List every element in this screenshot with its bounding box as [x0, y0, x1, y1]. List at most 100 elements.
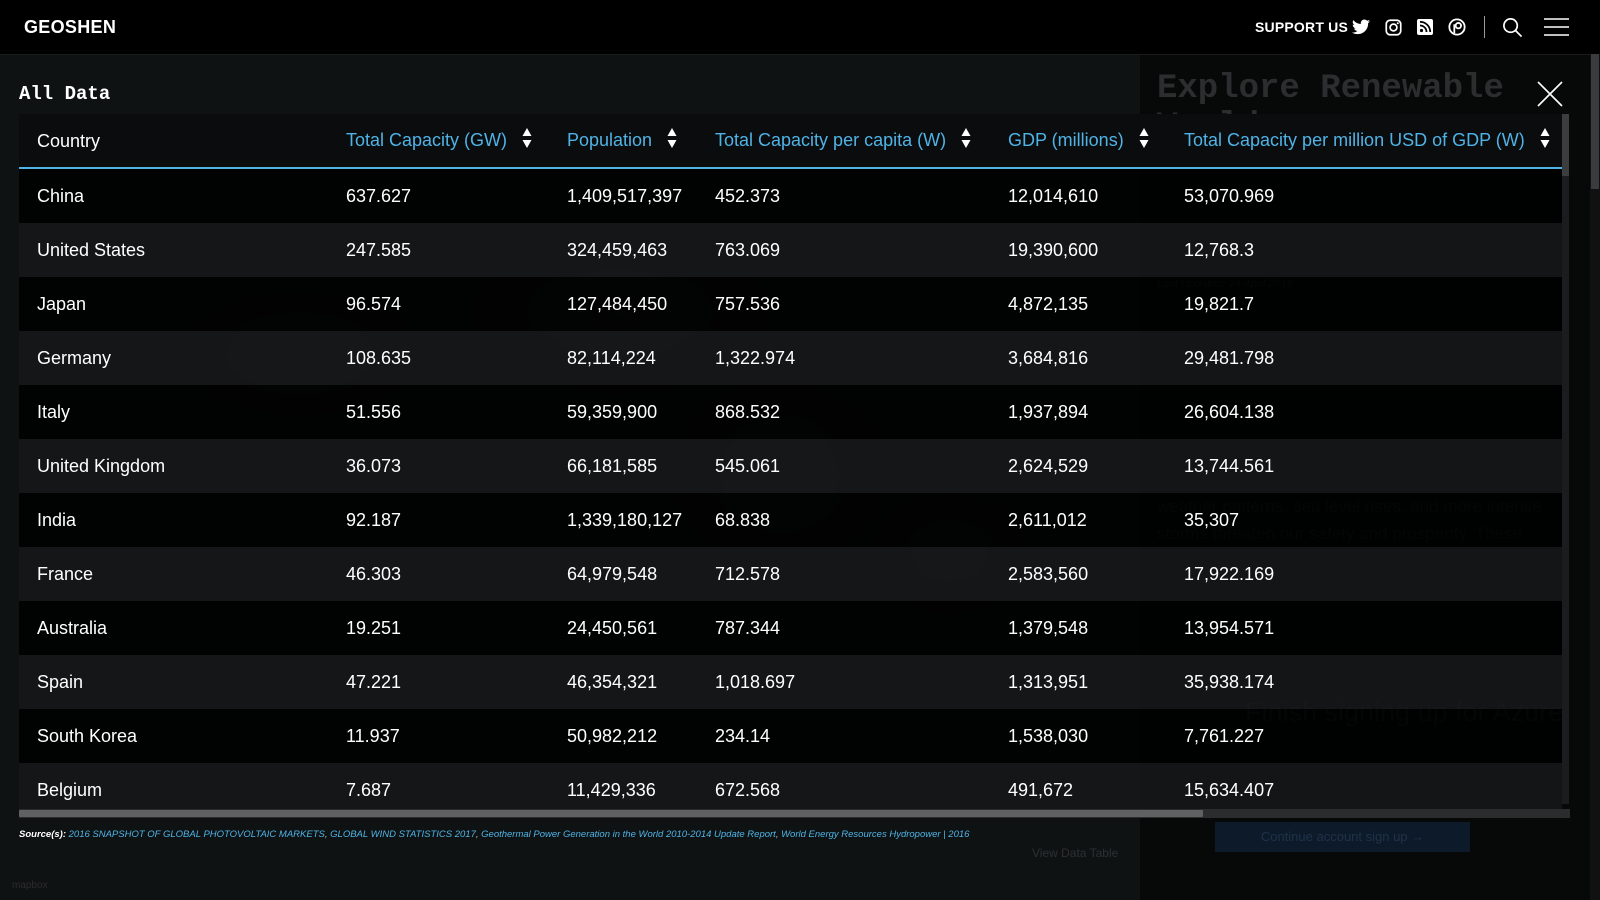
- capacity-cell: 19.251: [346, 617, 402, 638]
- population-cell: 46,354,321: [567, 671, 658, 692]
- per-capita-cell: 757.536: [715, 293, 781, 314]
- per-capita-cell: 672.568: [715, 779, 781, 800]
- population-cell: 59,359,900: [567, 401, 658, 422]
- scrollbar-thumb[interactable]: [19, 810, 1203, 817]
- table-row: Japan 96.574 127,484,450 757.536 4,872,1…: [19, 277, 1562, 331]
- population-cell: 324,459,463: [567, 239, 668, 260]
- table-row: South Korea 11.937 50,982,212 234.14 1,5…: [19, 709, 1562, 763]
- per-gdp-cell: 26,604.138: [1184, 401, 1275, 422]
- capacity-cell: 11.937: [346, 725, 400, 746]
- source-link[interactable]: World Energy Resources Hydropower | 2016: [781, 829, 969, 840]
- scrollbar-thumb[interactable]: [1562, 114, 1569, 176]
- table-header-row: Country Total Capacity (GW) Population T…: [19, 114, 1562, 168]
- capacity-cell: 46.303: [346, 563, 402, 584]
- background-ad-button: Continue account sign up →: [1215, 822, 1470, 852]
- scrollbar-thumb[interactable]: [1591, 54, 1599, 189]
- capacity-cell: 36.073: [346, 455, 402, 476]
- capacity-cell: 247.585: [346, 239, 412, 260]
- rss-icon[interactable]: [1415, 17, 1435, 37]
- country-cell: United States: [37, 239, 146, 260]
- data-table-container[interactable]: Country Total Capacity (GW) Population T…: [19, 114, 1570, 814]
- capacity-cell: 637.627: [346, 185, 412, 206]
- capacity-cell: 47.221: [346, 671, 402, 692]
- column-header-country: Country: [37, 130, 101, 151]
- support-us-link[interactable]: SUPPORT US: [1255, 19, 1348, 35]
- gdp-cell: 2,611,012: [1008, 509, 1087, 530]
- per-gdp-cell: 13,954.571: [1184, 617, 1275, 638]
- gdp-cell: 1,538,030: [1008, 725, 1089, 746]
- per-capita-cell: 68.838: [715, 509, 771, 530]
- sort-arrows-icon[interactable]: [522, 127, 532, 154]
- per-gdp-cell: 15,634.407: [1184, 779, 1275, 800]
- source-link[interactable]: GLOBAL WIND STATISTICS 2017: [330, 829, 476, 840]
- per-capita-cell: 787.344: [715, 617, 781, 638]
- source-link[interactable]: 2016 SNAPSHOT OF GLOBAL PHOTOVOLTAIC MAR…: [69, 829, 325, 840]
- country-cell: Japan: [37, 293, 87, 314]
- column-header-gdp[interactable]: GDP (millions): [1008, 114, 1184, 168]
- population-cell: 127,484,450: [567, 293, 668, 314]
- gdp-cell: 3,684,816: [1008, 347, 1089, 368]
- menu-icon[interactable]: [1543, 16, 1569, 38]
- page-scrollbar[interactable]: [1590, 54, 1600, 900]
- population-cell: 24,450,561: [567, 617, 658, 638]
- gdp-cell: 4,872,135: [1008, 293, 1089, 314]
- table-row: China 637.627 1,409,517,397 452.373 12,0…: [19, 168, 1562, 223]
- per-capita-cell: 1,018.697: [715, 671, 796, 692]
- per-gdp-cell: 19,821.7: [1184, 293, 1255, 314]
- column-header-capacity-per-gdp[interactable]: Total Capacity per million USD of GDP (W…: [1184, 114, 1562, 168]
- population-cell: 50,982,212: [567, 725, 658, 746]
- table-row: Germany 108.635 82,114,224 1,322.974 3,6…: [19, 331, 1562, 385]
- country-cell: India: [37, 509, 77, 530]
- column-header-total-capacity[interactable]: Total Capacity (GW): [346, 114, 567, 168]
- table-vertical-scrollbar[interactable]: [1562, 114, 1569, 804]
- sort-arrows-icon[interactable]: [667, 127, 677, 154]
- table-row: Spain 47.221 46,354,321 1,018.697 1,313,…: [19, 655, 1562, 709]
- gdp-cell: 1,313,951: [1008, 671, 1089, 692]
- country-cell: Australia: [37, 617, 108, 638]
- twitter-icon[interactable]: [1351, 17, 1371, 37]
- capacity-cell: 51.556: [346, 401, 402, 422]
- capacity-cell: 7.687: [346, 779, 392, 800]
- capacity-cell: 108.635: [346, 347, 412, 368]
- country-cell: France: [37, 563, 94, 584]
- gdp-cell: 1,379,548: [1008, 617, 1089, 638]
- per-gdp-cell: 7,761.227: [1184, 725, 1265, 746]
- gdp-cell: 12,014,610: [1008, 185, 1099, 206]
- gdp-cell: 2,583,560: [1008, 563, 1089, 584]
- header-divider: [1484, 16, 1485, 38]
- sort-arrows-icon[interactable]: [961, 127, 971, 154]
- per-capita-cell: 1,322.974: [715, 347, 796, 368]
- per-capita-cell: 545.061: [715, 455, 781, 476]
- table-row: United States 247.585 324,459,463 763.06…: [19, 223, 1562, 277]
- population-cell: 1,409,517,397: [567, 185, 683, 206]
- map-attribution: mapbox: [12, 880, 48, 891]
- gdp-cell: 2,624,529: [1008, 455, 1089, 476]
- sort-arrows-icon[interactable]: [1540, 127, 1550, 154]
- per-capita-cell: 763.069: [715, 239, 781, 260]
- per-capita-cell: 712.578: [715, 563, 781, 584]
- site-logo[interactable]: GEOSHEN: [24, 17, 116, 38]
- column-header-population[interactable]: Population: [567, 114, 715, 168]
- sort-arrows-icon[interactable]: [1139, 127, 1149, 154]
- country-cell: Italy: [37, 401, 71, 422]
- table-row: India 92.187 1,339,180,127 68.838 2,611,…: [19, 493, 1562, 547]
- sources-line: Source(s): 2016 SNAPSHOT OF GLOBAL PHOTO…: [19, 829, 970, 840]
- top-navigation-bar: GEOSHEN SUPPORT US: [0, 0, 1600, 55]
- close-icon[interactable]: [1536, 80, 1566, 110]
- per-gdp-cell: 53,070.969: [1184, 185, 1275, 206]
- country-cell: Spain: [37, 671, 84, 692]
- table-horizontal-scrollbar[interactable]: [19, 809, 1570, 818]
- per-gdp-cell: 12,768.3: [1184, 239, 1255, 260]
- population-cell: 82,114,224: [567, 347, 656, 368]
- country-cell: United Kingdom: [37, 455, 166, 476]
- per-gdp-cell: 29,481.798: [1184, 347, 1275, 368]
- column-header-capacity-per-capita[interactable]: Total Capacity per capita (W): [715, 114, 1008, 168]
- per-capita-cell: 868.532: [715, 401, 781, 422]
- country-cell: China: [37, 185, 85, 206]
- patreon-icon[interactable]: [1447, 17, 1467, 37]
- table-row: Australia 19.251 24,450,561 787.344 1,37…: [19, 601, 1562, 655]
- source-link[interactable]: Geothermal Power Generation in the World…: [481, 829, 776, 840]
- instagram-icon[interactable]: [1383, 17, 1403, 37]
- capacity-cell: 92.187: [346, 509, 402, 530]
- search-icon[interactable]: [1501, 16, 1523, 38]
